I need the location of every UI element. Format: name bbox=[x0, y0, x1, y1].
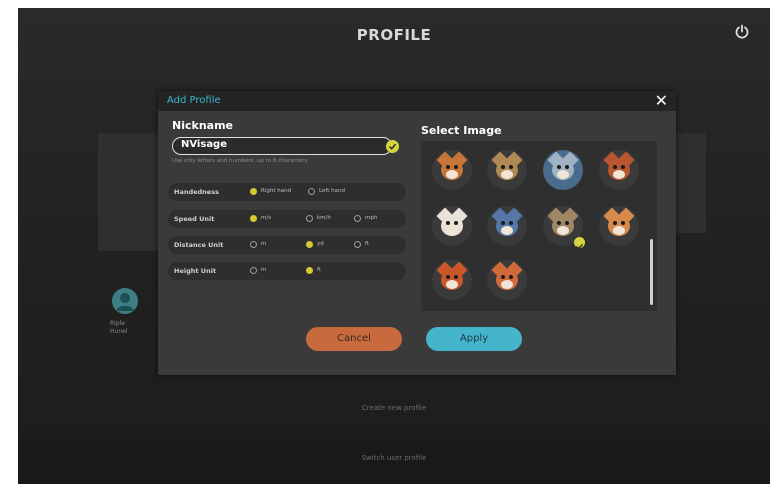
create-profile-link[interactable]: Create new profile bbox=[18, 404, 770, 412]
radio-option-label: Right hand bbox=[261, 188, 292, 194]
setting-label: Height Unit bbox=[174, 267, 216, 275]
power-icon[interactable] bbox=[734, 24, 750, 40]
cat-avatar[interactable] bbox=[599, 206, 639, 246]
dialog-header: Add Profile ✕ bbox=[158, 91, 676, 111]
select-image-label: Select Image bbox=[421, 124, 502, 137]
nickname-label: Nickname bbox=[172, 119, 233, 132]
radio-option-label: m bbox=[261, 267, 267, 273]
wolf-avatar[interactable] bbox=[487, 206, 527, 246]
setting-row-speed-unit: Speed Unit m/s km/h mph bbox=[168, 210, 406, 228]
radio-option-label: ft bbox=[317, 267, 321, 273]
radio-button[interactable] bbox=[250, 188, 257, 195]
close-icon[interactable]: ✕ bbox=[655, 92, 668, 110]
radio-button[interactable] bbox=[306, 267, 313, 274]
fox-avatar-1[interactable] bbox=[432, 150, 472, 190]
apply-button[interactable]: Apply bbox=[426, 327, 522, 351]
image-grid bbox=[421, 141, 657, 311]
fox-avatar-3[interactable] bbox=[432, 260, 472, 300]
selected-check-icon bbox=[574, 237, 585, 250]
koala-avatar[interactable] bbox=[543, 150, 583, 190]
radio-button[interactable] bbox=[250, 241, 257, 248]
lynx-avatar[interactable] bbox=[487, 150, 527, 190]
setting-row-distance-unit: Distance Unit m yd ft bbox=[168, 236, 406, 254]
background-bottom-strip bbox=[18, 440, 770, 484]
add-profile-dialog: Add Profile ✕ Nickname NVisage Use only … bbox=[158, 91, 676, 375]
radio-option-label: ft bbox=[365, 241, 369, 247]
setting-label: Distance Unit bbox=[174, 241, 224, 249]
radio-option-label: mph bbox=[365, 215, 378, 221]
nickname-valid-check-icon bbox=[386, 140, 399, 153]
switch-profile-link[interactable]: Switch user profile bbox=[18, 454, 770, 462]
background-panel-left bbox=[98, 133, 158, 251]
radio-button[interactable] bbox=[250, 267, 257, 274]
app-screen: PROFILE Riple Hunel Create new profile S… bbox=[18, 8, 770, 484]
radio-option-label: m bbox=[261, 241, 267, 247]
radio-option-label: Left hand bbox=[319, 188, 345, 194]
radio-button[interactable] bbox=[250, 215, 257, 222]
profile-avatar[interactable] bbox=[112, 288, 138, 314]
page-title: PROFILE bbox=[356, 26, 432, 44]
radio-button[interactable] bbox=[308, 188, 315, 195]
radio-option-label: km/h bbox=[317, 215, 331, 221]
panda-avatar[interactable] bbox=[432, 206, 472, 246]
nickname-value: NVisage bbox=[181, 139, 228, 150]
radio-button[interactable] bbox=[354, 215, 361, 222]
setting-row-height-unit: Height Unit m ft bbox=[168, 262, 406, 280]
fox-avatar-2[interactable] bbox=[599, 150, 639, 190]
radio-button[interactable] bbox=[306, 215, 313, 222]
radio-option-label: m/s bbox=[261, 215, 272, 221]
setting-label: Speed Unit bbox=[174, 215, 215, 223]
nickname-input[interactable]: NVisage bbox=[172, 137, 392, 155]
radio-button[interactable] bbox=[354, 241, 361, 248]
nickname-hint: Use only letters and numbers, up to 8 ch… bbox=[172, 158, 310, 164]
profile-name: Riple Hunel bbox=[110, 320, 128, 335]
setting-row-handedness: Handedness Right hand Left hand bbox=[168, 183, 406, 201]
fox-avatar-4[interactable] bbox=[487, 260, 527, 300]
image-grid-scrollbar[interactable] bbox=[650, 239, 653, 305]
radio-option-label: yd bbox=[317, 241, 324, 247]
radio-button[interactable] bbox=[306, 241, 313, 248]
cancel-button[interactable]: Cancel bbox=[306, 327, 402, 351]
dialog-title: Add Profile bbox=[167, 95, 221, 106]
setting-label: Handedness bbox=[174, 188, 219, 196]
